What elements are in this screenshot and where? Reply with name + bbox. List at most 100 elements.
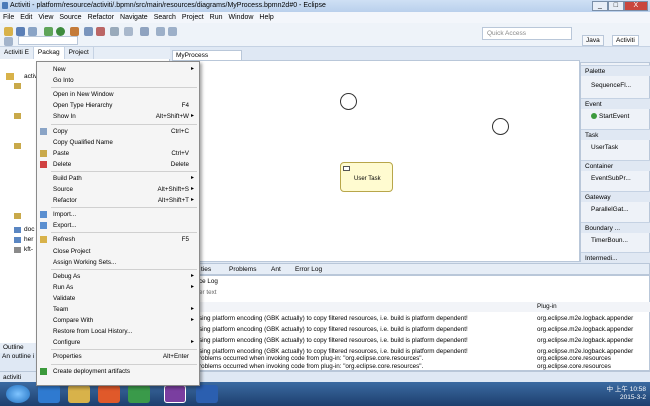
- menu-item-copy[interactable]: Copy Ctrl+C: [37, 126, 199, 137]
- minimize-button[interactable]: _: [592, 1, 608, 11]
- menu-navigate[interactable]: Navigate: [120, 14, 148, 21]
- eclipse-icon[interactable]: [164, 385, 186, 403]
- explorer-icon[interactable]: [68, 385, 90, 403]
- perspective-java[interactable]: Java: [582, 35, 604, 46]
- tab-ant[interactable]: Ant: [271, 266, 281, 273]
- menu-item-build-path[interactable]: Build Path ▸: [37, 173, 199, 184]
- menu-item-paste[interactable]: Paste Ctrl+V: [37, 148, 199, 159]
- menu-item-assign-working-sets[interactable]: Assign Working Sets...: [37, 257, 199, 268]
- palette-event-subprocess[interactable]: EventSubPr...: [581, 173, 650, 184]
- menu-item-validate[interactable]: Validate: [37, 293, 199, 304]
- menu-item-copy-qualified-name[interactable]: Copy Qualified Name: [37, 137, 199, 148]
- menu-project[interactable]: Project: [182, 14, 204, 21]
- tab-problems[interactable]: Problems: [229, 266, 256, 273]
- table-row[interactable]: sing platform encoding (GBK actually) to…: [173, 336, 650, 346]
- menu-file[interactable]: File: [3, 14, 14, 21]
- new-class-icon[interactable]: [96, 27, 105, 36]
- palette-start-event[interactable]: StartEvent: [581, 111, 650, 122]
- palette-timer-boundary[interactable]: TimerBoun...: [581, 235, 650, 246]
- menu-item-source[interactable]: Source Alt+Shift+S ▸: [37, 184, 199, 195]
- search-icon[interactable]: [124, 27, 133, 36]
- system-tray[interactable]: 中 上午 10:58 2015-3-2: [607, 386, 646, 402]
- user-task-shape[interactable]: User Task: [340, 162, 393, 192]
- menu-item-export[interactable]: Export...: [37, 220, 199, 231]
- menu-item-compare-with[interactable]: Compare With ▸: [37, 315, 199, 326]
- run-icon[interactable]: [56, 27, 65, 36]
- menu-item-show-in[interactable]: Show In Alt+Shift+W ▸: [37, 111, 199, 122]
- print-icon[interactable]: [28, 27, 37, 36]
- filter-input[interactable]: er text: [199, 288, 217, 298]
- tree-item-kft[interactable]: kft-: [24, 246, 33, 253]
- menu-search[interactable]: Search: [154, 14, 176, 21]
- perspective-activiti[interactable]: Activiti: [612, 35, 639, 46]
- ie-icon[interactable]: [38, 385, 60, 403]
- menu-item-open-type-hierarchy[interactable]: Open Type Hierarchy F4: [37, 100, 199, 111]
- menu-item-create-deployment-artifacts[interactable]: Create deployment artifacts: [37, 366, 199, 377]
- filter-row[interactable]: er text: [173, 288, 650, 298]
- back-icon[interactable]: [156, 27, 165, 36]
- new-java-project-icon[interactable]: [84, 27, 93, 36]
- column-plugin[interactable]: Plug-in: [537, 302, 557, 312]
- firefox-icon[interactable]: [98, 385, 120, 403]
- palette-drawer-intermediate[interactable]: Intermedi...: [581, 252, 650, 263]
- tree-item-doc[interactable]: doc: [24, 226, 34, 233]
- menu-help[interactable]: Help: [259, 14, 273, 21]
- menu-run[interactable]: Run: [210, 14, 223, 21]
- maximize-button[interactable]: □: [607, 1, 624, 11]
- menu-source[interactable]: Source: [59, 14, 81, 21]
- quick-access-input[interactable]: Quick Access: [482, 27, 572, 40]
- menu-view[interactable]: View: [38, 14, 53, 21]
- start-button[interactable]: [6, 385, 30, 403]
- next-annotation-icon[interactable]: [140, 27, 149, 36]
- tab-project-explorer[interactable]: Project: [65, 47, 94, 59]
- palette-drawer-event[interactable]: Event: [581, 98, 650, 109]
- word-icon[interactable]: [196, 385, 218, 403]
- zoom-combo[interactable]: [18, 36, 78, 45]
- browser-icon[interactable]: [128, 385, 150, 403]
- external-tools-icon[interactable]: [70, 27, 79, 36]
- forward-icon[interactable]: [168, 27, 177, 36]
- palette-drawer-task[interactable]: Task: [581, 129, 650, 140]
- palette-sequence-flow[interactable]: SequenceFl...: [581, 80, 650, 91]
- palette-drawer-gateway[interactable]: Gateway: [581, 191, 650, 202]
- menu-item-open-in-new-window[interactable]: Open in New Window: [37, 89, 199, 100]
- menu-item-new[interactable]: New ▸: [37, 64, 199, 75]
- palette-drawer-container[interactable]: Container: [581, 160, 650, 171]
- menu-item-close-project[interactable]: Close Project: [37, 246, 199, 257]
- menu-edit[interactable]: Edit: [20, 14, 32, 21]
- menu-item-debug-as[interactable]: Debug As ▸: [37, 271, 199, 282]
- tab-activiti-explorer[interactable]: Activiti E: [0, 47, 34, 59]
- save-icon[interactable]: [16, 27, 25, 36]
- tab-myprocess[interactable]: MyProcess: [172, 50, 242, 60]
- menu-item-refresh[interactable]: Refresh F5: [37, 234, 199, 245]
- diagram-editor[interactable]: [172, 60, 580, 262]
- tab-properties[interactable]: ties: [201, 266, 211, 273]
- menu-item-import[interactable]: Import...: [37, 209, 199, 220]
- palette-parallel-gateway[interactable]: ParallelGat...: [581, 204, 650, 215]
- menu-item-refactor[interactable]: Refactor Alt+Shift+T ▸: [37, 195, 199, 206]
- table-row[interactable]: sing platform encoding (GBK actually) to…: [173, 314, 650, 324]
- zoom-icon[interactable]: [4, 37, 13, 46]
- open-type-icon[interactable]: [110, 27, 119, 36]
- tab-error-log[interactable]: Error Log: [295, 266, 322, 273]
- menu-item-properties[interactable]: Properties Alt+Enter: [37, 351, 199, 362]
- palette-user-task[interactable]: UserTask: [581, 142, 650, 153]
- menu-item-restore-from-local-history[interactable]: Restore from Local History...: [37, 326, 199, 337]
- palette-drawer-boundary[interactable]: Boundary ...: [581, 222, 650, 233]
- tree-item-her[interactable]: her: [24, 236, 33, 243]
- tab-package-explorer[interactable]: Packag: [33, 47, 65, 59]
- menu-item-configure[interactable]: Configure ▸: [37, 337, 199, 348]
- menu-item-team[interactable]: Team ▸: [37, 304, 199, 315]
- menu-item-delete[interactable]: Delete Delete: [37, 159, 199, 170]
- menu-refactor[interactable]: Refactor: [88, 14, 114, 21]
- table-row[interactable]: sing platform encoding (GBK actually) to…: [173, 325, 650, 335]
- menu-item-go-into[interactable]: Go Into: [37, 75, 199, 86]
- menu-window[interactable]: Window: [229, 14, 254, 21]
- close-button[interactable]: X: [623, 1, 648, 11]
- ime-indicator[interactable]: 中: [607, 386, 614, 393]
- menu-item-run-as[interactable]: Run As ▸: [37, 282, 199, 293]
- start-event-shape[interactable]: [340, 93, 357, 110]
- debug-icon[interactable]: [44, 27, 53, 36]
- end-event-shape[interactable]: [492, 118, 509, 135]
- new-icon[interactable]: [4, 27, 13, 36]
